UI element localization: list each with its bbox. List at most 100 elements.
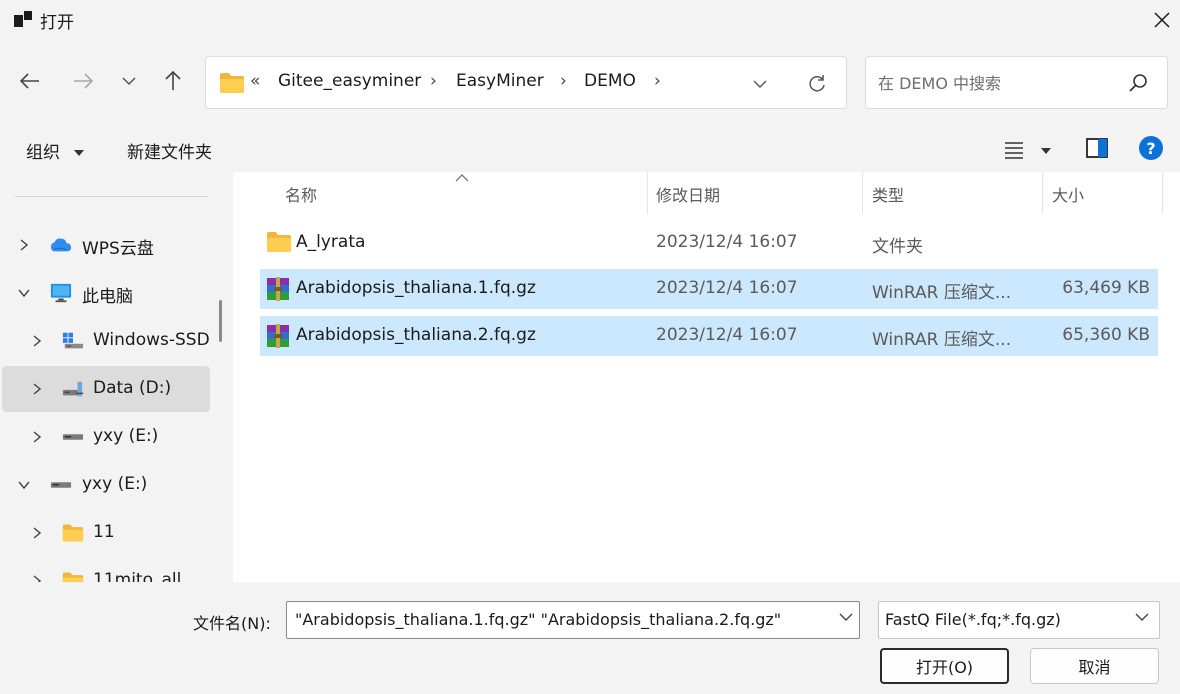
help-icon: ? [1139,136,1163,160]
sort-ascending-icon [455,174,469,182]
up-button[interactable] [158,66,188,96]
drive-icon [62,427,84,447]
caret-down-icon [1041,148,1051,154]
filename-label: 文件名(N): [193,614,271,633]
sidebar-item-label: Windows-SSD [93,330,210,350]
svg-text:?: ? [1146,139,1155,158]
app-icon [14,11,32,27]
column-divider[interactable] [647,172,648,214]
sidebar-item-folder-11[interactable]: 11 [0,510,208,556]
chevron-right-icon[interactable] [15,236,33,254]
folder-icon [62,523,84,543]
sidebar-item-yxy-e-root[interactable]: yxy (E:) [0,462,208,508]
divider [15,196,208,197]
sidebar-item-this-pc[interactable]: 此电脑 [0,270,208,316]
list-view-icon [1005,142,1023,159]
column-header-row: 名称 修改日期 类型 大小 [233,172,1180,214]
file-type-filter[interactable]: FastQ File(*.fq;*.fq.gz) [878,601,1160,639]
address-bar[interactable]: « Gitee_easyminer › EasyMiner › DEMO › [205,56,847,109]
search-input[interactable] [878,70,1118,96]
file-size: 65,360 KB [1062,325,1150,345]
chevron-down-icon[interactable] [15,476,33,494]
breadcrumb-item[interactable]: EasyMiner [456,71,544,91]
chevron-down-icon[interactable] [839,612,853,622]
recent-locations-button[interactable] [114,66,144,96]
navigation-bar: « Gitee_easyminer › EasyMiner › DEMO › [0,40,1180,126]
folder-icon [220,73,244,93]
sidebar-item-data-d[interactable]: Data (D:) [2,366,210,412]
file-row[interactable]: A_lyrata 2023/12/4 16:07 文件夹 [260,223,1158,263]
file-name: Arabidopsis_thaliana.2.fq.gz [296,325,536,345]
sidebar-item-wps-cloud[interactable]: WPS云盘 [0,222,208,268]
caret-down-icon [74,150,85,156]
chevron-right-icon[interactable] [28,428,46,446]
chevron-down-icon [122,77,136,86]
file-row[interactable]: Arabidopsis_thaliana.2.fq.gz 2023/12/4 1… [260,316,1158,356]
sidebar-item-yxy-e[interactable]: yxy (E:) [0,414,208,460]
view-options-button[interactable] [1004,139,1056,161]
winrar-archive-icon [267,277,289,301]
file-list: 名称 修改日期 类型 大小 A_lyrata 2023/12/4 16:07 文… [233,172,1180,582]
chevron-down-icon [1135,613,1149,621]
sidebar-item-label: 此电脑 [82,287,133,307]
forward-button[interactable] [68,66,98,96]
sidebar-item-folder-11mito-all[interactable]: 11mito_all [0,558,208,582]
cancel-button[interactable]: 取消 [1030,648,1159,684]
network-drive-icon [62,379,84,399]
chevron-right-icon[interactable] [28,380,46,398]
windows-drive-icon [62,331,84,351]
file-row[interactable]: Arabidopsis_thaliana.1.fq.gz 2023/12/4 1… [260,269,1158,309]
close-button[interactable] [1146,4,1178,36]
sidebar-item-label: yxy (E:) [82,474,148,494]
breadcrumb-item[interactable]: DEMO [584,71,636,91]
refresh-button[interactable] [803,70,831,98]
file-name: A_lyrata [296,232,366,252]
file-type: WinRAR 压缩文... [872,330,1012,350]
column-divider[interactable] [862,172,863,214]
column-divider[interactable] [1042,172,1043,214]
breadcrumb-overflow[interactable]: « [250,71,260,91]
breadcrumb-separator-icon: › [654,71,661,91]
file-modified: 2023/12/4 16:07 [656,232,798,252]
back-button[interactable] [15,66,45,96]
column-divider[interactable] [1162,172,1163,214]
search-icon[interactable] [1128,73,1148,93]
file-name: Arabidopsis_thaliana.1.fq.gz [296,278,536,298]
open-button[interactable]: 打开(O) [880,648,1009,684]
preview-pane-icon [1086,138,1108,158]
new-folder-button[interactable]: 新建文件夹 [127,138,212,163]
preview-pane-button[interactable] [1086,138,1110,160]
chevron-right-icon[interactable] [28,332,46,350]
help-button[interactable]: ? [1138,135,1164,161]
close-icon [1154,12,1170,28]
folder-icon [267,232,291,252]
chevron-down-icon [753,80,767,88]
chevron-right-icon[interactable] [28,524,46,542]
file-type-filter-value: FastQ File(*.fq;*.fq.gz) [885,610,1061,629]
column-header-size[interactable]: 大小 [1052,182,1084,206]
column-header-modified[interactable]: 修改日期 [656,182,720,206]
column-header-type[interactable]: 类型 [872,182,904,206]
breadcrumb-separator-icon: › [560,71,567,91]
sidebar-item-label: WPS云盘 [82,239,154,259]
computer-icon [50,283,72,303]
command-bar: 组织 新建文件夹 ? [0,126,1180,172]
column-header-name[interactable]: 名称 [285,182,317,206]
file-type: 文件夹 [872,237,923,257]
drive-icon [50,475,72,495]
arrow-left-icon [20,73,39,89]
file-type: WinRAR 压缩文... [872,283,1012,303]
search-box [865,56,1168,109]
navigation-pane: WPS云盘 此电脑 Windows-SSD Data (D:) yxy (E:) [0,172,232,582]
organize-menu[interactable]: 组织 [26,138,85,163]
dialog-footer: 文件名(N): "Arabidopsis_thaliana.1.fq.gz" "… [0,582,1180,694]
chevron-down-icon[interactable] [15,284,33,302]
scrollbar-thumb[interactable] [219,300,222,342]
address-dropdown-button[interactable] [746,70,774,98]
sidebar-item-windows-ssd[interactable]: Windows-SSD [0,318,210,364]
winrar-archive-icon [267,324,289,348]
breadcrumb-item[interactable]: Gitee_easyminer [278,71,421,91]
chevron-right-icon[interactable] [28,572,46,582]
sidebar-item-label: 11mito_all [93,570,182,582]
filename-field[interactable]: "Arabidopsis_thaliana.1.fq.gz" "Arabidop… [286,601,860,639]
